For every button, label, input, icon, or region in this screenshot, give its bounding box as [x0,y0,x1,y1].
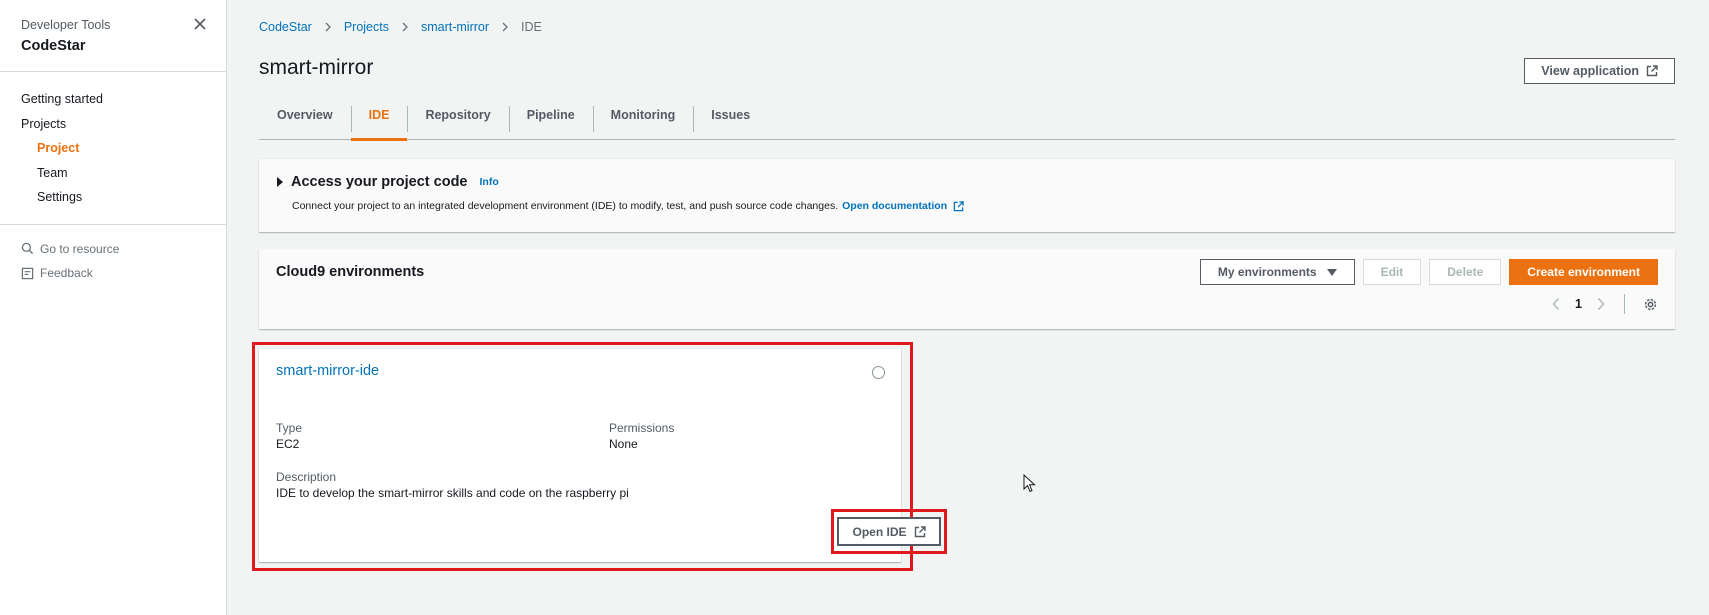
open-ide-label: Open IDE [852,524,907,539]
description-label: Description [276,470,337,484]
access-description-text: Connect your project to an integrated de… [292,200,839,212]
open-ide-button[interactable]: Open IDE [837,517,941,546]
feedback-label: Feedback [40,266,93,281]
open-documentation-label: Open documentation [842,200,948,212]
delete-button[interactable]: Delete [1429,259,1502,285]
access-panel-header[interactable]: Access your project code Info [277,174,499,190]
sidebar-nav: Getting started Projects Project Team Se… [0,72,226,210]
external-link-icon [953,200,964,211]
type-label: Type [276,421,303,435]
close-icon[interactable] [192,16,208,32]
access-project-code-panel: Access your project code Info Connect yo… [259,158,1675,232]
sidebar-item-project[interactable]: Project [0,136,226,161]
pagination-divider [1624,294,1625,314]
access-panel-title[interactable]: Access your project code [291,174,468,190]
page-number[interactable]: 1 [1575,297,1582,311]
sidebar-item-projects[interactable]: Projects [0,112,226,137]
permissions-label: Permissions [609,421,675,435]
breadcrumb: CodeStar Projects smart-mirror IDE [259,20,542,34]
external-link-icon [914,525,926,537]
chevron-right-icon [502,22,508,32]
view-application-button[interactable]: View application [1524,58,1675,84]
external-link-icon [1646,65,1658,77]
chevron-right-icon[interactable] [1596,297,1606,311]
environment-select-radio[interactable] [872,366,885,379]
gear-icon[interactable] [1643,297,1658,312]
tab-issues[interactable]: Issues [693,98,768,140]
breadcrumb-ide: IDE [521,20,542,34]
type-value: EC2 [276,437,300,451]
caret-right-icon[interactable] [277,177,283,187]
permissions-value: None [609,437,638,451]
my-environments-label: My environments [1217,265,1317,279]
tab-pipeline[interactable]: Pipeline [508,98,593,140]
environment-name-link[interactable]: smart-mirror-ide [276,363,379,379]
environment-card: smart-mirror-ide Type EC2 Permissions No… [259,349,901,562]
side-navigation: Developer Tools CodeStar Getting started… [0,0,227,615]
sidebar-header: Developer Tools CodeStar [0,0,226,72]
edit-button[interactable]: Edit [1362,259,1422,285]
breadcrumb-projects[interactable]: Projects [344,20,389,34]
caret-down-icon [1326,268,1337,276]
go-to-resource-label: Go to resource [40,241,120,256]
sidebar-service-category: Developer Tools [21,18,111,32]
project-tabs: Overview IDE Repository Pipeline Monitor… [259,98,1675,141]
sidebar-item-settings[interactable]: Settings [0,185,226,210]
cloud9-actions: My environments Edit Delete Create envir… [1199,259,1658,285]
breadcrumb-codestar[interactable]: CodeStar [259,20,312,34]
go-to-resource-link[interactable]: Go to resource [0,237,226,262]
info-link[interactable]: Info [480,176,499,188]
feedback-link[interactable]: Feedback [0,261,226,286]
chevron-right-icon [325,22,331,32]
search-icon [21,242,34,255]
page-title: smart-mirror [259,56,374,79]
tab-monitoring[interactable]: Monitoring [592,98,694,140]
tab-overview[interactable]: Overview [259,98,351,140]
access-panel-description: Connect your project to an integrated de… [292,200,964,212]
view-application-label: View application [1541,64,1639,78]
sidebar-item-team[interactable]: Team [0,161,226,186]
mouse-cursor-icon [1023,474,1036,493]
sidebar-divider [0,223,226,225]
pagination: 1 [1551,294,1658,314]
breadcrumb-smart-mirror[interactable]: smart-mirror [421,20,489,34]
cloud9-title: Cloud9 environments [276,264,425,280]
chevron-left-icon[interactable] [1551,297,1561,311]
chevron-right-icon [402,22,408,32]
description-value: IDE to develop the smart-mirror skills a… [276,486,629,500]
cloud9-environments-panel: Cloud9 environments My environments Edit… [259,249,1675,329]
open-documentation-link[interactable]: Open documentation [842,200,964,212]
feedback-icon [21,267,34,279]
create-environment-button[interactable]: Create environment [1509,259,1658,285]
sidebar-service-title[interactable]: CodeStar [21,38,205,54]
my-environments-dropdown[interactable]: My environments [1199,259,1355,285]
sidebar-item-getting-started[interactable]: Getting started [0,87,226,112]
tab-repository[interactable]: Repository [407,98,508,140]
tab-ide[interactable]: IDE [350,98,408,141]
